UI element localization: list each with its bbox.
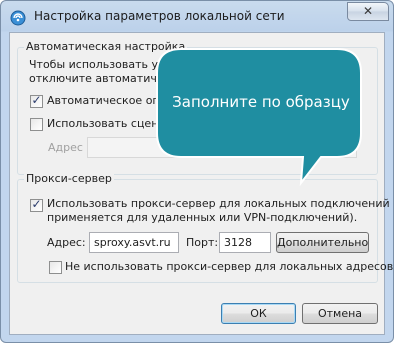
callout-text: Заполните по образцу xyxy=(172,93,350,111)
lan-settings-dialog: Настройка параметров локальной сети ✕ Ав… xyxy=(0,0,394,343)
callout-bubble xyxy=(156,48,362,187)
instruction-callout xyxy=(156,48,362,187)
